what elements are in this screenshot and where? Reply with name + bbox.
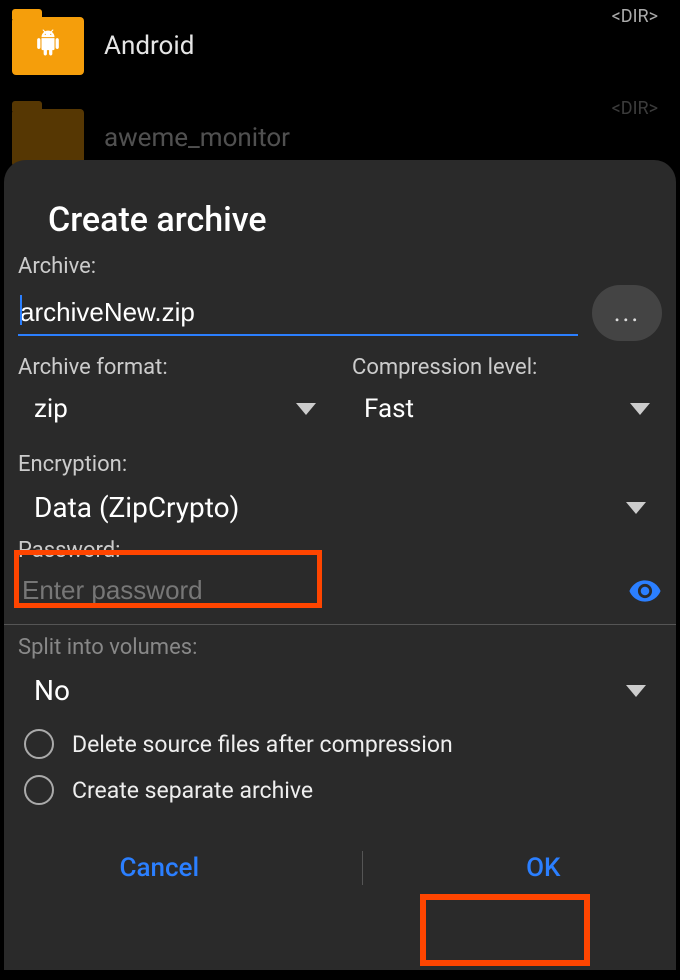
delete-source-label: Delete source files after compression	[72, 731, 453, 758]
archive-format-dropdown[interactable]: zip	[18, 386, 328, 432]
file-label: aweme_monitor	[104, 123, 290, 153]
chevron-down-icon	[626, 685, 646, 697]
show-password-icon[interactable]	[628, 574, 662, 608]
archive-input-wrap	[18, 291, 578, 336]
compression-label: Compression level:	[352, 355, 662, 380]
action-separator	[362, 851, 363, 885]
encryption-label: Encryption:	[18, 452, 662, 477]
file-list-background: <DIR> Android <DIR> aweme_monitor	[0, 0, 680, 184]
ok-button[interactable]: OK	[486, 841, 600, 895]
password-label: Password:	[18, 538, 662, 563]
delete-source-option[interactable]: Delete source files after compression	[18, 721, 662, 767]
split-value: No	[34, 674, 70, 707]
divider	[4, 624, 676, 625]
compression-value: Fast	[364, 394, 414, 424]
folder-icon	[12, 17, 84, 75]
format-value: zip	[34, 394, 68, 424]
file-row-android: <DIR> Android	[12, 0, 668, 92]
separate-archive-label: Create separate archive	[72, 777, 313, 804]
dialog-title: Create archive	[48, 200, 662, 240]
chevron-down-icon	[296, 403, 316, 415]
split-volumes-dropdown[interactable]: No	[18, 666, 662, 715]
compression-level-dropdown[interactable]: Fast	[352, 386, 662, 432]
browse-button[interactable]: ...	[592, 285, 662, 341]
password-input[interactable]	[18, 569, 618, 612]
encryption-dropdown[interactable]: Data (ZipCrypto)	[18, 483, 662, 532]
create-separate-option[interactable]: Create separate archive	[18, 767, 662, 813]
dialog-actions: Cancel OK	[18, 831, 662, 905]
archive-label: Archive:	[18, 254, 662, 279]
radio-icon	[24, 729, 54, 759]
ellipsis-icon: ...	[614, 298, 641, 328]
split-label: Split into volumes:	[18, 635, 662, 660]
format-label: Archive format:	[18, 355, 328, 380]
radio-icon	[24, 775, 54, 805]
dir-tag: <DIR>	[612, 6, 658, 27]
chevron-down-icon	[626, 502, 646, 514]
dir-tag: <DIR>	[612, 98, 658, 119]
folder-icon	[12, 109, 84, 167]
chevron-down-icon	[630, 403, 650, 415]
create-archive-dialog: Create archive Archive: ... Archive form…	[4, 160, 676, 970]
android-icon	[35, 30, 61, 63]
text-cursor	[20, 295, 22, 325]
archive-name-input[interactable]	[18, 291, 578, 336]
encryption-value: Data (ZipCrypto)	[34, 491, 239, 524]
cancel-button[interactable]: Cancel	[80, 841, 240, 895]
file-label: Android	[104, 31, 194, 61]
